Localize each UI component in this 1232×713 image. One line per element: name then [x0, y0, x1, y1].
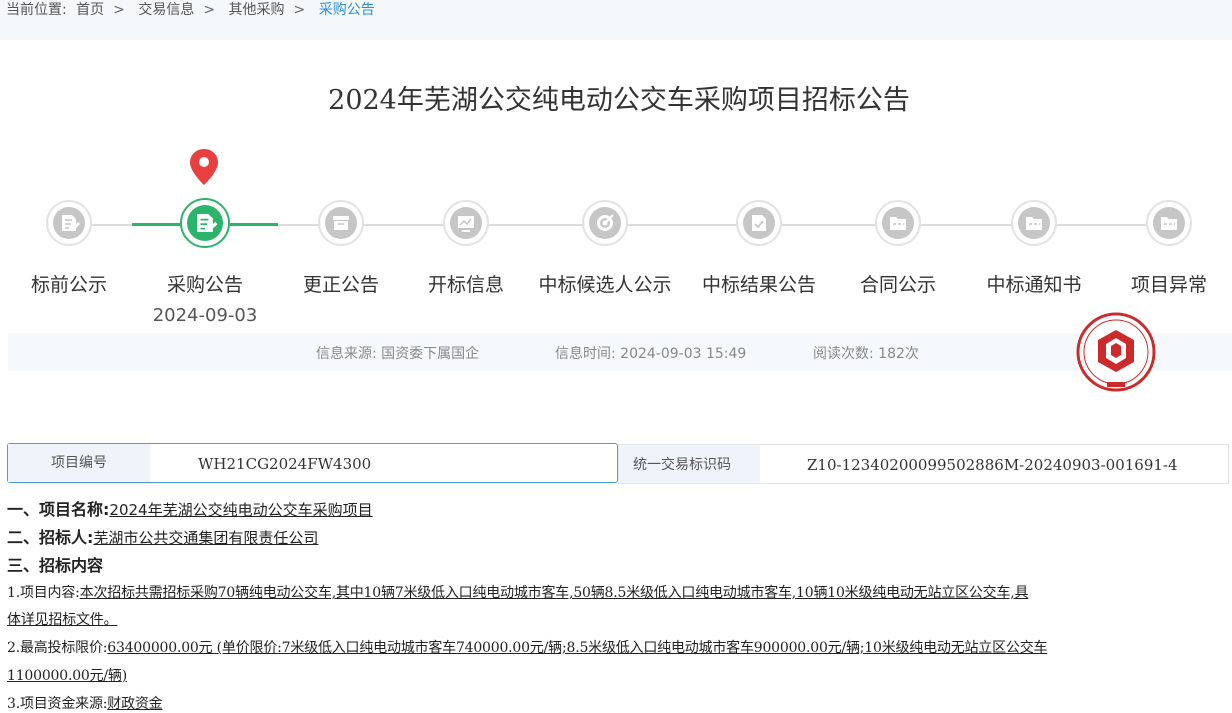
item-value: 1100000.00元/辆) — [7, 668, 127, 684]
breadcrumb-bar: 当前位置: 首页 > 交易信息 > 其他采购 > 采购公告 — [0, 0, 1232, 40]
step-7[interactable]: 合同公示 — [823, 200, 973, 297]
breadcrumb-separator: > — [113, 2, 125, 18]
section-label: 二、招标人: — [7, 528, 94, 547]
location-pin-icon — [190, 149, 218, 185]
breadcrumb-trade-info-link[interactable]: 交易信息 — [138, 2, 194, 18]
trade-id-value: Z10-12340200099502886M-20240903-001691-4 — [807, 456, 1178, 474]
info-source-value: 国资委下属国企 — [381, 346, 480, 362]
step-6[interactable]: 中标结果公告 — [684, 200, 834, 297]
step-label: 项目异常 — [1130, 274, 1207, 296]
project-id-box: 项目编号 WH21CG2024FW4300 — [7, 443, 618, 483]
info-source-label: 信息来源: — [316, 346, 377, 362]
project-id-value: WH21CG2024FW4300 — [198, 455, 372, 473]
project-name-value: 2024年芜湖公交纯电动公交车采购项目 — [109, 501, 373, 519]
item-content-line1: 1.项目内容:本次招标共需招标采购70辆纯电动公交车,其中10辆7米级低入口纯电… — [7, 582, 1029, 602]
project-id-label: 项目编号 — [8, 444, 150, 482]
info-bar: 信息来源: 国资委下属国企 信息时间: 2024-09-03 15:49 阅读次… — [8, 333, 1232, 371]
item-price-line2: 1100000.00元/辆) — [7, 665, 127, 685]
edit-doc-icon — [187, 205, 223, 241]
breadcrumb-separator: > — [203, 2, 216, 18]
info-views-label: 阅读次数: — [813, 346, 874, 362]
step-2[interactable]: 采购公告 2024-09-03 — [130, 198, 280, 326]
chart-board-icon — [450, 207, 482, 239]
info-time-label: 信息时间: — [555, 346, 616, 362]
inbox-icon — [325, 207, 357, 239]
breadcrumb-home-link[interactable]: 首页 — [76, 2, 104, 18]
info-views-value: 182次 — [878, 346, 919, 362]
step-label: 中标通知书 — [986, 274, 1082, 296]
section-tenderer: 二、招标人:芜湖市公共交通集团有限责任公司 — [7, 524, 318, 548]
step-label: 标前公示 — [30, 274, 107, 296]
step-label: 合同公示 — [859, 274, 936, 296]
step-5[interactable]: 中标候选人公示 — [530, 200, 680, 297]
breadcrumb: 当前位置: 首页 > 交易信息 > 其他采购 > 采购公告 — [6, 0, 380, 20]
section-label: 一、项目名称: — [7, 500, 110, 519]
step-circle — [443, 200, 489, 246]
breadcrumb-current: 采购公告 — [318, 2, 375, 18]
step-label: 中标候选人公示 — [538, 274, 672, 296]
folder-icon — [1153, 207, 1185, 239]
item-label: 1.项目内容: — [7, 585, 80, 601]
item-funding: 3.项目资金来源:财政资金 — [7, 693, 163, 713]
section-project-name: 一、项目名称:2024年芜湖公交纯电动公交车采购项目 — [7, 496, 373, 520]
item-value: 财政资金 — [107, 696, 163, 712]
step-circle — [875, 200, 921, 246]
step-circle — [318, 200, 364, 246]
trade-id-label: 统一交易标识码 — [619, 445, 760, 483]
item-content-line2: 体详见招标文件。 — [7, 609, 118, 629]
step-8[interactable]: 中标通知书 — [959, 200, 1109, 297]
breadcrumb-separator: > — [293, 2, 306, 18]
info-time: 信息时间: 2024-09-03 15:49 — [555, 343, 746, 363]
item-label: 2.最高投标限价: — [7, 640, 108, 656]
id-row: 项目编号 WH21CG2024FW4300 统一交易标识码 Z10-123402… — [7, 443, 1229, 485]
step-4[interactable]: 开标信息 — [391, 200, 541, 297]
section-tender-content: 三、招标内容 — [7, 552, 103, 576]
item-value: 本次招标共需招标采购70辆纯电动公交车,其中10辆7米级低入口纯电动城市客车,5… — [79, 585, 1029, 601]
step-date: 2024-09-03 — [152, 305, 258, 326]
step-circle — [736, 200, 782, 246]
item-value: 体详见招标文件。 — [7, 612, 118, 628]
step-label: 中标结果公告 — [701, 274, 816, 296]
item-price-line1: 2.最高投标限价:63400000.00元 (单价限价:7米级低入口纯电动城市客… — [7, 637, 1048, 657]
breadcrumb-prefix: 当前位置: — [6, 2, 67, 18]
edit-doc-icon — [53, 207, 85, 239]
certification-seal — [1076, 312, 1156, 392]
breadcrumb-other-purchase-link[interactable]: 其他采购 — [229, 2, 285, 18]
info-views: 阅读次数: 182次 — [813, 343, 919, 363]
step-1[interactable]: 标前公示 — [0, 200, 144, 297]
target-icon — [589, 207, 621, 239]
step-label: 开标信息 — [427, 274, 504, 296]
step-9[interactable]: 项目异常 — [1094, 200, 1232, 297]
page-title: 2024年芜湖公交纯电动公交车采购项目招标公告 — [328, 85, 910, 116]
section-heading: 三、招标内容 — [7, 556, 104, 575]
step-circle — [46, 200, 92, 246]
item-value: 63400000.00元 (单价限价:7米级低入口纯电动城市客车740000.0… — [107, 640, 1048, 656]
info-source: 信息来源: 国资委下属国企 — [316, 343, 479, 363]
step-circle — [1011, 200, 1057, 246]
folder-icon — [882, 207, 914, 239]
step-label: 采购公告 — [166, 274, 243, 296]
step-circle — [1146, 200, 1192, 246]
step-circle — [582, 200, 628, 246]
step-circle — [180, 198, 230, 248]
tenderer-value: 芜湖市公共交通集团有限责任公司 — [93, 529, 319, 547]
trade-id-box: 统一交易标识码 Z10-12340200099502886M-20240903-… — [618, 444, 1229, 484]
item-label: 3.项目资金来源: — [7, 696, 108, 712]
info-time-value: 2024-09-03 15:49 — [620, 346, 747, 362]
doc-check-icon — [743, 207, 775, 239]
folder-icon — [1018, 207, 1050, 239]
